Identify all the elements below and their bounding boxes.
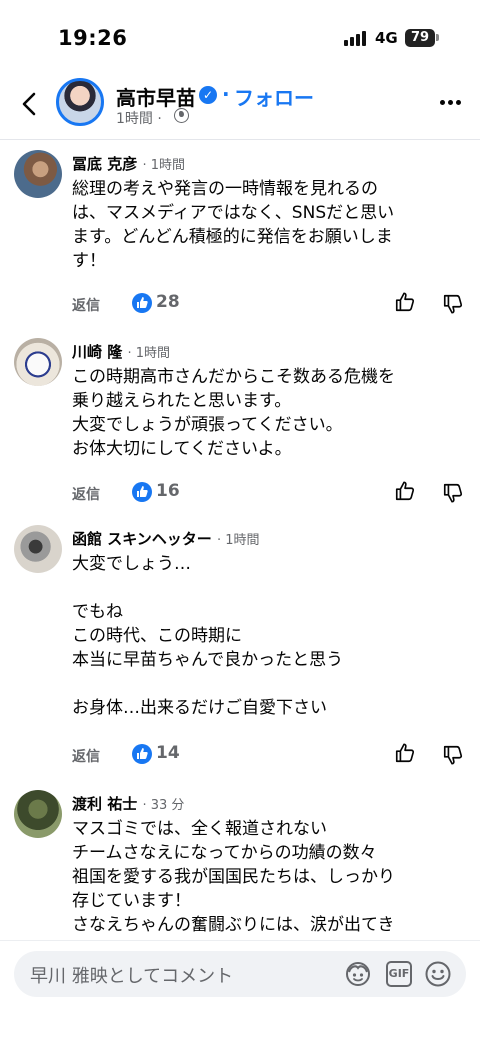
thumbs-down-icon — [443, 483, 463, 503]
comment-text: この時期高市さんだからこそ数ある危機を 乗り越えられたと思います。 大変でしょう… — [72, 367, 395, 459]
battery-tip — [436, 34, 439, 41]
downvote-button[interactable] — [442, 744, 464, 770]
thumbs-up-icon — [395, 292, 415, 312]
thumbs-up-icon — [395, 481, 415, 501]
comment-time: · 1時間 — [142, 158, 186, 173]
comment-item: 冨底 克彦 · 1時間 総理の考えや発言の一時情報を見れるの は、マスメディアで… — [0, 150, 480, 330]
comment-item: 渡利 祐士 · 33 分 マスゴミでは、全く報道されない チームさなえになってか… — [0, 790, 480, 940]
reply-button[interactable]: 返信 — [72, 746, 100, 766]
comment-actions: 返信 14 — [72, 742, 468, 770]
commenter-name[interactable]: 函館 スキンヘッター · 1時間 — [72, 528, 260, 549]
comment-text: 大変でしょう… でもね この時代、この時期に 本当に早苗ちゃんで良かったと思う … — [72, 554, 344, 718]
commenter-avatar[interactable] — [14, 525, 62, 573]
gif-button[interactable]: GIF — [386, 961, 412, 987]
avatar-sticker-icon — [346, 962, 370, 986]
follow-button[interactable]: フォロー — [234, 82, 314, 111]
commenter-name[interactable]: 冨底 克彦 · 1時間 — [72, 153, 185, 174]
commenter-avatar[interactable] — [14, 150, 62, 198]
comment-item: 函館 スキンヘッター · 1時間 大変でしょう… でもね この時代、この時期に … — [0, 525, 480, 775]
comment-input-placeholder[interactable]: 早川 雅映としてコメント — [30, 962, 233, 988]
comment-text: 総理の考えや発言の一時情報を見れるの は、マスメディアではなく、SNSだと思い … — [72, 179, 395, 271]
verified-badge-icon: ✓ — [199, 86, 217, 104]
page-name[interactable]: 高市早苗 — [116, 82, 196, 111]
like-reaction-icon — [132, 744, 152, 764]
thumbs-up-icon — [395, 743, 415, 763]
comment-item: 川崎 隆 · 1時間 この時期高市さんだからこそ数ある危機を 乗り越えられたと思… — [0, 338, 480, 518]
commenter-name-text[interactable]: 冨底 克彦 — [72, 155, 137, 173]
back-button[interactable] — [14, 84, 48, 124]
like-reaction-icon — [132, 482, 152, 502]
comment-actions: 返信 16 — [72, 480, 468, 508]
comment-composer-bar: 早川 雅映としてコメント GIF — [0, 940, 480, 1044]
cellular-signal-icon — [344, 30, 370, 46]
emoji-icon — [425, 961, 451, 987]
like-count: 16 — [156, 481, 180, 501]
battery-icon: 79 — [405, 29, 435, 47]
upvote-button[interactable] — [394, 742, 416, 768]
like-reaction-icon — [132, 293, 152, 313]
commenter-name[interactable]: 川崎 隆 · 1時間 — [72, 341, 170, 362]
post-timestamp[interactable]: 1時間 · — [116, 108, 162, 128]
post-header: 高市早苗 ✓ · フォロー 1時間 · — [0, 70, 480, 140]
reply-button[interactable]: 返信 — [72, 295, 100, 315]
status-time: 19:26 — [58, 26, 128, 50]
commenter-name-text[interactable]: 渡利 祐士 — [72, 795, 137, 813]
downvote-button[interactable] — [442, 482, 464, 508]
commenter-avatar[interactable] — [14, 790, 62, 838]
upvote-button[interactable] — [394, 291, 416, 317]
thumbs-down-icon — [443, 745, 463, 765]
commenter-name-text[interactable]: 函館 スキンヘッター — [72, 530, 212, 548]
like-count: 14 — [156, 743, 180, 763]
network-type: 4G — [375, 29, 398, 47]
comment-actions: 返信 28 — [72, 291, 468, 319]
chevron-left-icon — [22, 92, 36, 116]
comment-time: · 1時間 — [127, 346, 171, 361]
separator: · — [222, 82, 230, 106]
commenter-name[interactable]: 渡利 祐士 · 33 分 — [72, 793, 184, 814]
status-bar: 19:26 4G 79 — [0, 0, 480, 70]
comment-time: · 1時間 — [217, 533, 260, 548]
comment-time: · 33 分 — [142, 798, 185, 813]
commenter-avatar[interactable] — [14, 338, 62, 386]
upvote-button[interactable] — [394, 480, 416, 506]
emoji-button[interactable] — [424, 960, 452, 992]
like-count: 28 — [156, 292, 180, 312]
comment-input[interactable]: 早川 雅映としてコメント GIF — [14, 951, 466, 997]
comment-text: マスゴミでは、全く報道されない チームさなえになってからの功績の数々 祖国を愛す… — [72, 819, 395, 935]
more-options-button[interactable] — [440, 97, 462, 107]
page-avatar[interactable] — [56, 78, 104, 126]
avatar-sticker-button[interactable] — [344, 960, 372, 992]
globe-icon — [174, 108, 189, 123]
reply-button[interactable]: 返信 — [72, 484, 100, 504]
downvote-button[interactable] — [442, 293, 464, 319]
commenter-name-text[interactable]: 川崎 隆 — [72, 343, 122, 361]
thumbs-down-icon — [443, 294, 463, 314]
